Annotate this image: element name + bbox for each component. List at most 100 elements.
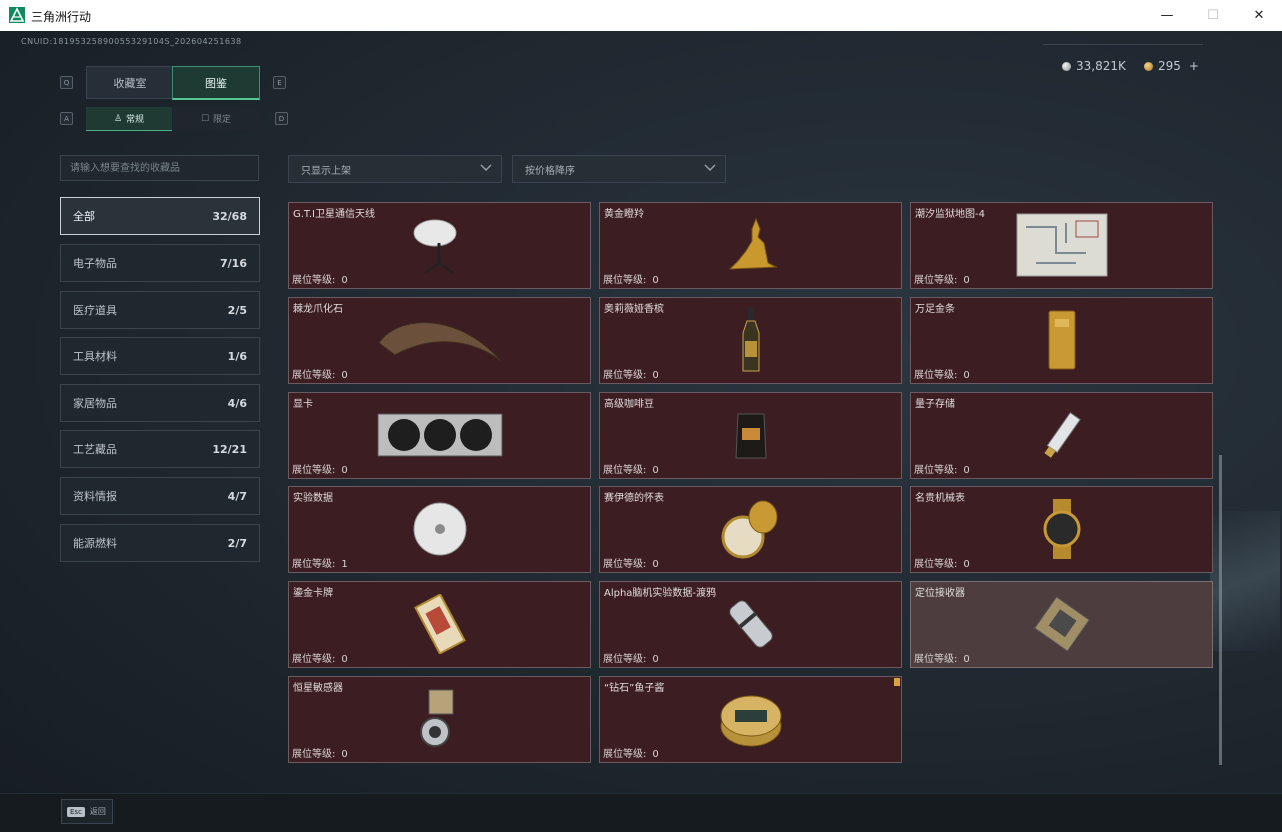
- level-label: 展位等级:: [292, 654, 336, 665]
- item-level: 展位等级: 0: [914, 555, 970, 570]
- level-label: 展位等级:: [603, 275, 647, 286]
- category-name: 工具材料: [73, 350, 117, 363]
- add-currency-button[interactable]: +: [1189, 59, 1199, 73]
- item-name: 鎏金卡牌: [293, 588, 333, 599]
- gilded-card-icon: [408, 593, 472, 658]
- level-value: 0: [652, 370, 659, 381]
- grid-scrollbar[interactable]: [1219, 455, 1222, 765]
- close-button[interactable]: ✕: [1236, 0, 1282, 31]
- item-card[interactable]: 实验数据 展位等级: 1: [288, 486, 591, 573]
- back-button[interactable]: Esc 返回: [61, 799, 113, 824]
- level-value: 0: [963, 275, 970, 286]
- item-name: “钻石”鱼子酱: [604, 683, 665, 694]
- category-name: 电子物品: [73, 257, 117, 270]
- search-input[interactable]: [60, 155, 259, 181]
- item-name: 定位接收器: [915, 588, 965, 599]
- item-card[interactable]: 赛伊德的怀表 展位等级: 0: [599, 486, 902, 573]
- game-viewport: CNUID:18195325890055329104S_202604251638…: [0, 31, 1282, 832]
- gold-amount: 295: [1158, 59, 1181, 73]
- tab-catalog[interactable]: 图鉴: [172, 66, 260, 100]
- pocket-watch-icon: [721, 497, 781, 565]
- subtab-limited[interactable]: ☐ 限定: [173, 107, 259, 130]
- level-value: 1: [341, 559, 348, 570]
- category-energy[interactable]: 能源燃料 2/7: [60, 524, 260, 562]
- tab-collection-room[interactable]: 收藏室: [86, 66, 174, 99]
- level-label: 展位等级:: [914, 275, 958, 286]
- item-level: 展位等级: 0: [603, 650, 659, 665]
- category-electronics[interactable]: 电子物品 7/16: [60, 244, 260, 282]
- key-a-hint: A: [60, 112, 73, 125]
- item-card[interactable]: 高级咖啡豆 展位等级: 0: [599, 392, 902, 479]
- item-name: 赛伊德的怀表: [604, 493, 664, 504]
- level-label: 展位等级:: [914, 654, 958, 665]
- item-card[interactable]: 鎏金卡牌 展位等级: 0: [288, 581, 591, 668]
- golden-gazelle-icon: [716, 215, 786, 279]
- item-level: 展位等级: 0: [914, 650, 970, 665]
- item-card[interactable]: 名贵机械表 展位等级: 0: [910, 486, 1213, 573]
- item-name: 显卡: [293, 399, 313, 410]
- level-value: 0: [963, 559, 970, 570]
- item-level: 展位等级: 0: [603, 366, 659, 381]
- chevron-down-icon: [480, 164, 492, 171]
- item-name: 恒星敏感器: [293, 683, 343, 694]
- gold-bar-icon: [1047, 309, 1077, 375]
- item-card[interactable]: 量子存储 展位等级: 0: [910, 392, 1213, 479]
- category-count: 2/7: [227, 536, 247, 550]
- subtab-normal[interactable]: ♙ 常规: [86, 107, 172, 131]
- level-value: 0: [341, 654, 348, 665]
- level-value: 0: [652, 749, 659, 760]
- item-level: 展位等级: 0: [292, 461, 348, 476]
- level-value: 0: [341, 465, 348, 476]
- item-name: G.T.I卫星通信天线: [293, 209, 375, 220]
- category-crafts[interactable]: 工艺藏品 12/21: [60, 430, 260, 468]
- level-label: 展位等级:: [603, 749, 647, 760]
- maximize-button[interactable]: ☐: [1190, 0, 1236, 31]
- claw-fossil-icon: [375, 313, 505, 371]
- level-label: 展位等级:: [292, 559, 336, 570]
- item-name: Alpha脑机实验数据-渡鸦: [604, 588, 717, 599]
- champagne-bottle-icon: [739, 307, 763, 377]
- silver-coin-icon: [1062, 61, 1071, 71]
- item-card[interactable]: “钻石”鱼子酱 展位等级: 0: [599, 676, 902, 763]
- item-card[interactable]: 定位接收器 展位等级: 0: [910, 581, 1213, 668]
- item-card[interactable]: 潮汐监狱地图-4 展位等级: 0: [910, 202, 1213, 289]
- item-level: 展位等级: 0: [292, 271, 348, 286]
- level-label: 展位等级:: [292, 275, 336, 286]
- shelf-filter-dropdown[interactable]: 只显示上架: [288, 155, 502, 183]
- item-card[interactable]: 显卡 展位等级: 0: [288, 392, 591, 479]
- category-medical[interactable]: 医疗道具 2/5: [60, 291, 260, 329]
- quantum-storage-icon: [1040, 408, 1084, 466]
- item-level: 展位等级: 0: [603, 271, 659, 286]
- gold-currency: 295 +: [1144, 59, 1199, 73]
- item-name: 名贵机械表: [915, 493, 965, 504]
- category-name: 全部: [73, 210, 95, 223]
- back-label: 返回: [89, 807, 106, 816]
- sort-dropdown[interactable]: 按价格降序: [512, 155, 726, 183]
- category-tools[interactable]: 工具材料 1/6: [60, 337, 260, 375]
- esc-key-icon: Esc: [67, 806, 85, 817]
- category-all[interactable]: 全部 32/68: [60, 197, 260, 235]
- category-count: 32/68: [212, 209, 247, 223]
- category-intel[interactable]: 资料情报 4/7: [60, 477, 260, 515]
- item-card[interactable]: 万足金条 展位等级: 0: [910, 297, 1213, 384]
- level-label: 展位等级:: [292, 749, 336, 760]
- silver-currency: 33,821K: [1062, 59, 1126, 73]
- subtab-limited-label: 限定: [213, 115, 232, 125]
- item-card[interactable]: 恒星敏感器 展位等级: 0: [288, 676, 591, 763]
- item-card[interactable]: 奥莉薇娅香槟 展位等级: 0: [599, 297, 902, 384]
- level-label: 展位等级:: [603, 559, 647, 570]
- item-name: 潮汐监狱地图-4: [915, 209, 985, 220]
- item-card[interactable]: 黄金瞪羚 展位等级: 0: [599, 202, 902, 289]
- item-card[interactable]: G.T.I卫星通信天线 展位等级: 0: [288, 202, 591, 289]
- minimize-button[interactable]: —: [1144, 0, 1190, 31]
- item-level: 展位等级: 0: [292, 366, 348, 381]
- item-level: 展位等级: 0: [914, 366, 970, 381]
- gps-receiver-icon: [1030, 595, 1094, 657]
- item-level: 展位等级: 0: [603, 461, 659, 476]
- category-household[interactable]: 家居物品 4/6: [60, 384, 260, 422]
- item-card[interactable]: 棘龙爪化石 展位等级: 0: [288, 297, 591, 384]
- category-count: 4/6: [227, 396, 247, 410]
- level-value: 0: [652, 275, 659, 286]
- level-value: 0: [963, 370, 970, 381]
- item-card[interactable]: Alpha脑机实验数据-渡鸦 展位等级: 0: [599, 581, 902, 668]
